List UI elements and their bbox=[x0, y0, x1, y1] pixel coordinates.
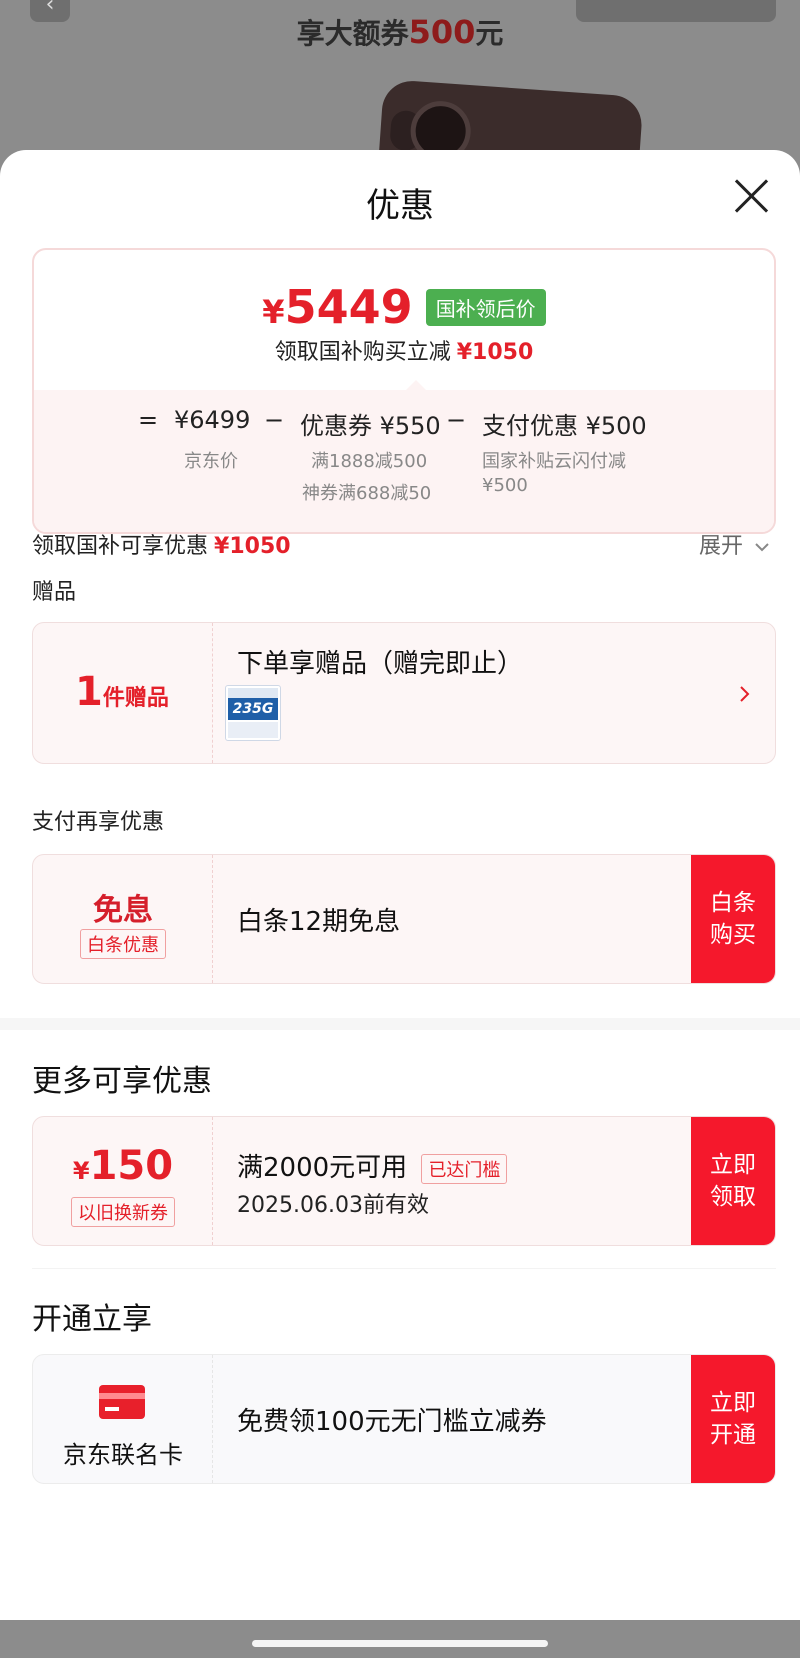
pay-discount: 支付优惠 ¥500 bbox=[482, 412, 647, 440]
coupon-value-panel: ¥150 以旧换新券 bbox=[33, 1117, 213, 1245]
equals-sign: = bbox=[138, 406, 159, 434]
interest-free-title: 免息 bbox=[93, 893, 153, 928]
baitiao-card: 免息 白条优惠 白条12期免息 白条 购买 bbox=[32, 854, 776, 984]
final-price: ¥5449 bbox=[262, 280, 413, 334]
coupon-condition-line: 满2000元可用 已达门槛 bbox=[237, 1147, 508, 1184]
system-bar bbox=[0, 1620, 800, 1658]
cobrand-card-panel: 京东联名卡 bbox=[33, 1355, 213, 1483]
sheet-title: 优惠 bbox=[366, 186, 434, 226]
gift-count-panel: 1件赠品 bbox=[33, 623, 213, 763]
gift-count-unit: 件赠品 bbox=[102, 686, 169, 711]
subsidy-row: 领取国补可享优惠 ¥1050 bbox=[32, 534, 291, 559]
gift-count: 1 bbox=[75, 669, 103, 715]
trade-in-tag: 以旧换新券 bbox=[71, 1197, 175, 1227]
banner-highlight: 500 bbox=[408, 13, 476, 51]
close-icon[interactable] bbox=[730, 174, 774, 218]
credit-card-icon bbox=[99, 1385, 145, 1419]
coupon-value: ¥150 bbox=[72, 1143, 174, 1189]
promo-banner: 享大额券500元 bbox=[0, 12, 800, 52]
gift-title: 下单享赠品（赠完即止） bbox=[237, 649, 524, 679]
gift-card[interactable]: 1件赠品 下单享赠品（赠完即止） 235G bbox=[32, 622, 776, 764]
price-breakdown: = ¥6499 京东价 − 优惠券 ¥550 满1888减500 神券满688减… bbox=[34, 380, 774, 532]
price-tag: 国补领后价 bbox=[425, 288, 546, 326]
subsidy-line: 领取国补购买立减 ¥1050 bbox=[274, 340, 534, 365]
jd-price-label: 京东价 bbox=[184, 451, 238, 472]
baitiao-left-panel: 免息 白条优惠 bbox=[33, 855, 213, 983]
trade-in-coupon-card: ¥150 以旧换新券 满2000元可用 已达门槛 2025.06.03前有效 立… bbox=[32, 1116, 776, 1246]
baitiao-tag: 白条优惠 bbox=[80, 929, 166, 959]
discount-sheet: 优惠 ¥5449 国补领后价 领取国补购买立减 ¥1050 = ¥6499 京东价… bbox=[0, 150, 800, 1620]
more-discount-title: 更多可享优惠 bbox=[32, 1064, 212, 1099]
background-page: ‹ 享大额券500元 bbox=[0, 0, 800, 170]
claim-coupon-button[interactable]: 立即 领取 bbox=[691, 1117, 775, 1245]
pay-section-label: 支付再享优惠 bbox=[32, 810, 165, 835]
gift-section-label: 赠品 bbox=[32, 580, 77, 605]
coupon-detail-2: 神券满688减50 bbox=[302, 483, 432, 504]
chevron-right-icon bbox=[740, 686, 750, 702]
coupon-discount: 优惠券 ¥550 bbox=[300, 412, 441, 440]
price-summary-card: ¥5449 国补领后价 领取国补购买立减 ¥1050 = ¥6499 京东价 − … bbox=[32, 248, 776, 534]
threshold-met-tag: 已达门槛 bbox=[421, 1153, 508, 1184]
cobrand-offer-text: 免费领100元无门槛立减券 bbox=[237, 1407, 547, 1437]
coupon-detail-1: 满1888减500 bbox=[311, 451, 428, 472]
divider bbox=[32, 1268, 776, 1269]
open-card-button[interactable]: 立即 开通 bbox=[691, 1355, 775, 1483]
jd-price: ¥6499 bbox=[174, 406, 251, 434]
baitiao-text: 白条12期免息 bbox=[237, 907, 401, 937]
final-price-line: ¥5449 国补领后价 bbox=[34, 280, 774, 334]
chevron-down-icon bbox=[755, 543, 769, 552]
minus-sign: − bbox=[264, 406, 285, 434]
expand-button[interactable]: 展开 bbox=[699, 528, 770, 560]
minus-sign: − bbox=[446, 406, 467, 434]
coupon-validity: 2025.06.03前有效 bbox=[237, 1193, 429, 1218]
section-divider bbox=[0, 1018, 800, 1030]
home-indicator[interactable] bbox=[252, 1640, 548, 1647]
banner-suffix: 元 bbox=[475, 17, 504, 50]
cobrand-card-offer: 京东联名卡 免费领100元无门槛立减券 立即 开通 bbox=[32, 1354, 776, 1484]
baitiao-buy-button[interactable]: 白条 购买 bbox=[691, 855, 775, 983]
gift-thumbnail: 235G bbox=[225, 685, 281, 741]
open-section-title: 开通立享 bbox=[32, 1302, 152, 1337]
cobrand-card-label: 京东联名卡 bbox=[63, 1441, 183, 1469]
banner-prefix: 享大额券 bbox=[296, 17, 409, 50]
pay-detail-2: ¥500 bbox=[482, 475, 528, 496]
